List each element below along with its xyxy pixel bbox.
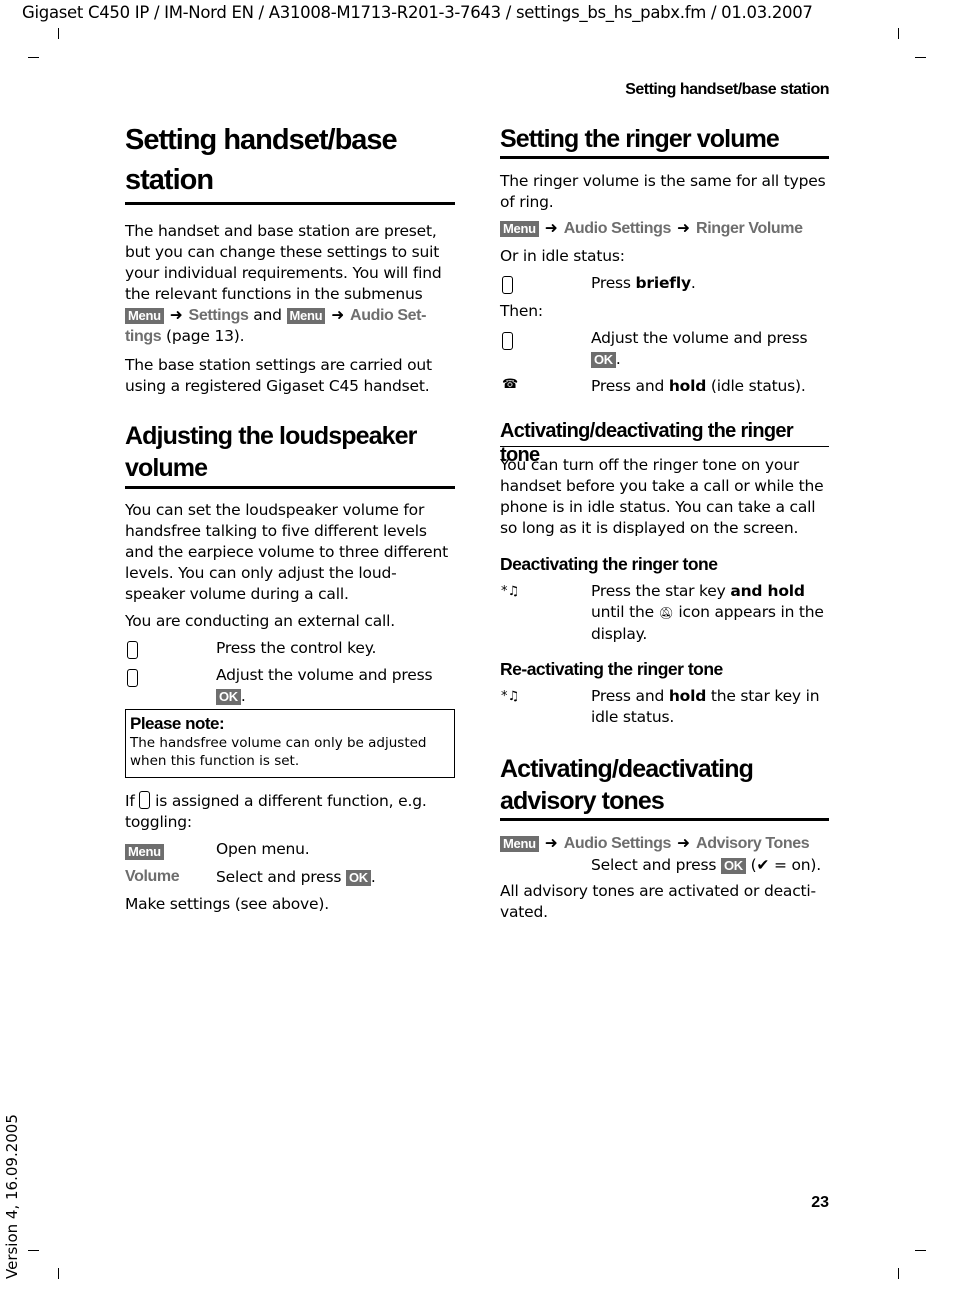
version-info: Version 4, 16.09.2005 xyxy=(3,1114,21,1279)
hold-step: Press and hold (idle status). xyxy=(591,377,806,395)
loudspeaker-text: You can set the loudspeaker volume for h… xyxy=(125,501,448,603)
deactivating-title: Deactivating the ringer tone xyxy=(500,554,718,574)
reactivating-title: Re-activating the ringer tone xyxy=(500,659,723,679)
control-key-icon xyxy=(139,791,151,809)
checkmark-icon: ✔ xyxy=(756,856,770,874)
call-text: You are conducting an external call. xyxy=(125,612,395,630)
page-number: 23 xyxy=(811,1194,829,1211)
star-key-icon: *♫ xyxy=(501,689,520,704)
note-text: The handsfree volume can only be adjuste… xyxy=(130,735,427,769)
idle-text: Or in idle status: xyxy=(500,247,625,265)
adjust-step: Adjust the volume and press OK. xyxy=(591,329,808,368)
star-key-icon: *♫ xyxy=(501,584,520,599)
note-box: Please note: The handsfree volume can on… xyxy=(125,709,455,778)
volume-menu-item[interactable]: Volume xyxy=(125,868,180,886)
control-key-up-icon xyxy=(127,641,138,660)
press-briefly: Press briefly. xyxy=(591,274,696,292)
control-key-updown-icon xyxy=(502,332,513,351)
step-adjust: Adjust the volume and press OK. xyxy=(216,666,433,705)
ok-key: OK xyxy=(216,689,241,705)
section-title-advisory: Activating/deactivating advisory tones xyxy=(500,755,754,815)
ringer-path: Menu ➜ Audio Settings ➜ Ringer Volume xyxy=(500,219,803,238)
menu-key: Menu xyxy=(286,308,326,324)
menu-key: Menu xyxy=(125,308,164,324)
select-step: Select and press OK. xyxy=(216,868,376,886)
page-title: Setting handset/base station xyxy=(125,124,398,196)
ringer-tone-text: You can turn off the ringer tone on your… xyxy=(500,456,824,537)
menu-key[interactable]: Menu xyxy=(125,844,164,860)
ringer-off-icon: 🔕︎ xyxy=(658,606,674,620)
audio-settings-link[interactable]: Audio Settings xyxy=(564,835,672,852)
if-assigned-text: If is assigned a different function, e.g… xyxy=(125,791,427,831)
manual-page: Gigaset C450 IP / IM-Nord EN / A31008-M1… xyxy=(0,0,954,1307)
open-menu-step: Open menu. xyxy=(216,840,310,858)
menu-key[interactable]: Menu xyxy=(500,836,539,852)
make-settings-text: Make settings (see above). xyxy=(125,895,329,913)
base-note: The base station settings are carried ou… xyxy=(125,356,432,395)
control-key-updown-icon xyxy=(127,669,138,688)
reactivate-step: Press and hold the star key in idle stat… xyxy=(591,687,820,726)
document-info: Gigaset C450 IP / IM-Nord EN / A31008-M1… xyxy=(22,3,813,22)
settings-link[interactable]: Settings xyxy=(189,307,249,324)
ok-key: OK xyxy=(345,870,371,886)
audio-settings-link[interactable]: Audio Settings xyxy=(564,220,672,237)
advisory-select-step: Select and press OK (✔ = on). xyxy=(591,856,821,874)
section-title-loudspeaker: Adjusting the loudspeaker volume xyxy=(125,422,417,482)
advisory-tones-link[interactable]: Advisory Tones xyxy=(696,835,810,852)
end-call-key-icon: ☎ xyxy=(502,377,519,392)
step-press-control: Press the control key. xyxy=(216,639,377,657)
section-title-ringer: Setting the ringer volume xyxy=(500,125,780,153)
advisory-text: All advisory tones are activated or deac… xyxy=(500,882,816,921)
running-title: Setting handset/base station xyxy=(625,81,829,98)
ringer-volume-link[interactable]: Ringer Volume xyxy=(696,220,803,237)
advisory-path: Menu ➜ Audio Settings ➜ Advisory Tones xyxy=(500,834,810,853)
then-text: Then: xyxy=(500,302,543,320)
deactivate-step: Press the star key and hold until the 🔕︎… xyxy=(591,582,824,643)
ringer-text: The ringer volume is the same for all ty… xyxy=(500,172,826,211)
control-key-up-icon xyxy=(502,276,513,295)
ok-key: OK xyxy=(720,858,746,874)
menu-key[interactable]: Menu xyxy=(500,221,539,237)
ok-key: OK xyxy=(591,352,616,368)
intro-paragraph: The handset and base station are preset,… xyxy=(125,222,442,345)
note-title: Please note: xyxy=(130,714,225,733)
